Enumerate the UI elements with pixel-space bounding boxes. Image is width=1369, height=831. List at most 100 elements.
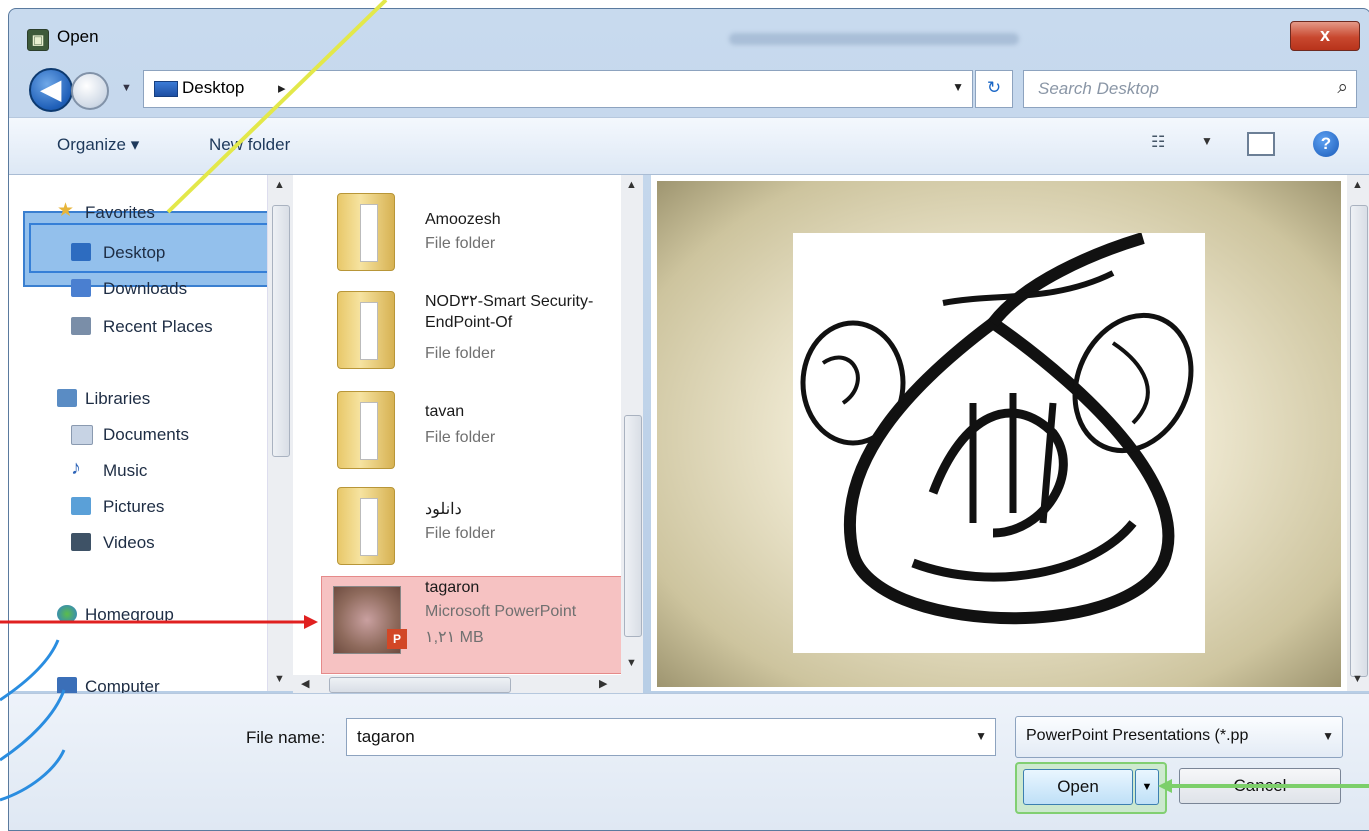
file-list-hscrollbar[interactable]: ◀ ▶ (293, 675, 643, 693)
scroll-up-icon[interactable]: ▲ (274, 179, 285, 191)
documents-icon (71, 425, 93, 445)
back-button[interactable]: ◀ (29, 68, 73, 112)
search-placeholder: Search Desktop (1038, 79, 1159, 98)
folder-icon (337, 193, 395, 271)
nav-favorites-label: Favorites (85, 203, 155, 222)
file-type-select[interactable]: PowerPoint Presentations (*.pp ▼ (1015, 716, 1343, 758)
address-location[interactable]: Desktop (182, 78, 244, 98)
refresh-button[interactable]: ↻ (975, 70, 1013, 108)
star-icon: ★ (57, 200, 75, 221)
nav-favorites[interactable]: ★ Favorites (9, 197, 267, 231)
nav-scrollbar[interactable]: ▲ ▼ (267, 175, 294, 691)
preview-scrollbar[interactable]: ▲ ▼ (1347, 175, 1369, 691)
nav-item-label: Pictures (103, 497, 165, 516)
nav-homegroup-label: Homegroup (85, 605, 174, 624)
forward-button[interactable] (71, 72, 109, 110)
file-type: Microsoft PowerPoint (425, 603, 577, 620)
file-name: دانلود (425, 501, 462, 518)
music-icon: ♪ (71, 457, 81, 479)
list-item-tavan[interactable]: tavan File folder (293, 385, 621, 475)
navigation-pane: ★ Favorites Desktop Downloads Recent Pla… (9, 175, 279, 696)
nav-scroll-thumb[interactable] (272, 205, 290, 457)
file-list-scrollbar[interactable]: ▲ ▼ (621, 175, 643, 675)
scroll-right-icon[interactable]: ▶ (599, 677, 607, 690)
nav-item-desktop[interactable]: Desktop (9, 237, 267, 271)
file-name: Amoozesh (425, 211, 501, 228)
powerpoint-badge-icon: P (387, 629, 407, 649)
pictures-icon (71, 497, 91, 515)
scroll-down-icon[interactable]: ▼ (274, 673, 285, 685)
help-icon[interactable]: ? (1313, 131, 1339, 157)
file-list-scroll-thumb[interactable] (624, 415, 642, 637)
preview-scroll-thumb[interactable] (1350, 205, 1368, 677)
calligraphy-drawing (800, 233, 1194, 625)
close-button[interactable]: x (1290, 21, 1360, 51)
file-name: NOD۳۲-Smart Security-EndPoint-Of (425, 293, 594, 331)
desktop-icon (71, 243, 91, 261)
hscroll-thumb[interactable] (329, 677, 511, 693)
file-name-dropdown-icon[interactable]: ▼ (975, 729, 987, 743)
file-type-value: PowerPoint Presentations (*.pp (1026, 727, 1249, 744)
desktop-icon (154, 81, 178, 97)
nav-item-pictures[interactable]: Pictures (9, 491, 267, 525)
cancel-button[interactable]: Cancel (1179, 768, 1341, 804)
file-name: tagaron (425, 579, 480, 596)
downloads-icon (71, 279, 91, 297)
homegroup-icon (57, 605, 77, 623)
nav-homegroup[interactable]: Homegroup (9, 599, 267, 633)
nav-item-label: Documents (103, 425, 189, 444)
scroll-down-icon[interactable]: ▼ (626, 657, 637, 669)
nav-item-videos[interactable]: Videos (9, 527, 267, 561)
new-folder-button[interactable]: New folder (209, 135, 290, 155)
scroll-up-icon[interactable]: ▲ (626, 179, 637, 191)
open-button[interactable]: Open (1023, 769, 1133, 805)
recent-places-icon (71, 317, 91, 335)
file-name: tavan (425, 403, 465, 420)
scroll-left-icon[interactable]: ◀ (301, 677, 309, 690)
title-bar: ▣ Open x (9, 9, 1369, 59)
preview-pane-icon[interactable] (1247, 132, 1275, 156)
app-icon: ▣ (27, 29, 49, 51)
preview-parchment (657, 181, 1341, 687)
file-name-input[interactable]: tagaron ▼ (346, 718, 996, 756)
list-item-nod32[interactable]: NOD۳۲-Smart Security-EndPoint-Of File fo… (293, 283, 621, 379)
nav-item-recent-places[interactable]: Recent Places (9, 311, 267, 345)
nav-item-label: Desktop (103, 243, 166, 262)
recent-pages-dropdown[interactable]: ▼ (121, 82, 132, 94)
scroll-down-icon[interactable]: ▼ (1352, 673, 1363, 685)
preview-pane (651, 175, 1347, 691)
view-dropdown-icon[interactable]: ▼ (1201, 134, 1213, 148)
view-options-icon[interactable]: ☷ (1151, 132, 1181, 158)
list-item-download[interactable]: دانلود File folder (293, 481, 621, 573)
address-bar[interactable]: Desktop ▸ ▼ (143, 70, 973, 108)
nav-item-label: Downloads (103, 279, 188, 298)
list-item-amoozesh[interactable]: Amoozesh File folder (293, 187, 621, 277)
organize-button[interactable]: Organize ▾ (57, 135, 139, 155)
open-dropdown-icon[interactable]: ▼ (1135, 769, 1159, 805)
dialog-title: Open (57, 27, 99, 46)
folder-icon (337, 487, 395, 565)
nav-item-music[interactable]: ♪ Music (9, 455, 267, 489)
file-name-value[interactable]: tagaron (357, 727, 415, 747)
file-size: ۱,۲۱ MB (425, 629, 484, 646)
open-button-highlight: Open ▼ (1015, 762, 1167, 814)
address-dropdown-icon[interactable]: ▼ (952, 80, 964, 94)
videos-icon (71, 533, 91, 551)
nav-item-downloads[interactable]: Downloads (9, 273, 267, 307)
breadcrumb-arrow-icon[interactable]: ▸ (278, 79, 286, 97)
nav-item-label: Music (103, 461, 148, 480)
nav-item-documents[interactable]: Documents (9, 419, 267, 453)
address-row: ◀ ▼ Desktop ▸ ▼ ↻ Search Desktop ⌕ (9, 64, 1369, 112)
folder-icon (337, 391, 395, 469)
nav-item-label: Recent Places (103, 317, 213, 336)
file-type: File folder (425, 429, 496, 446)
file-type: File folder (425, 345, 496, 362)
file-type: File folder (425, 235, 496, 252)
file-type-dropdown-icon[interactable]: ▼ (1322, 729, 1334, 743)
search-icon[interactable]: ⌕ (1337, 77, 1348, 99)
libraries-icon (57, 389, 77, 407)
scroll-up-icon[interactable]: ▲ (1352, 179, 1363, 191)
search-input[interactable]: Search Desktop ⌕ (1023, 70, 1357, 108)
open-dialog: ▣ Open x ◀ ▼ Desktop ▸ ▼ ↻ Search Deskto… (8, 8, 1369, 831)
nav-libraries[interactable]: Libraries (9, 383, 267, 417)
